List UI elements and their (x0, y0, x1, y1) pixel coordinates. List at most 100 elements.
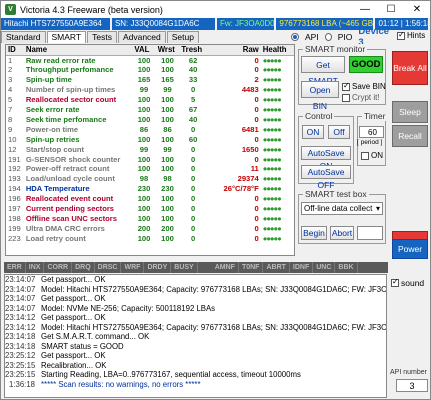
table-row[interactable]: 198 Offline scan UNC sectors 100 100 0 0 ●●●●● (6, 214, 294, 224)
col-id[interactable]: ID (6, 45, 24, 56)
hints-toggle[interactable]: Hints (397, 30, 425, 40)
autosave-off-button[interactable]: AutoSave OFF (301, 165, 351, 190)
table-row[interactable]: 4 Number of spin-up times 99 99 0 4483 ●●●●● (6, 85, 294, 95)
col-val[interactable]: VAL (132, 45, 156, 56)
table-row[interactable]: 5 Reallocated sector count 100 100 5 0 ●●●●● (6, 95, 294, 105)
autosave-on-button[interactable]: AutoSave ON (301, 146, 351, 171)
col-tresh[interactable]: Tresh (179, 45, 207, 56)
row-val: 100 (137, 194, 151, 204)
api-number-input[interactable]: 3 (396, 379, 428, 392)
status-flag-bbk: BBK (335, 262, 358, 273)
table-row[interactable]: 3 Spin-up time 165 165 33 2 ●●●●● (6, 75, 294, 85)
event-log: 23:14:07 Get passport... OK 23:14:07 Model:… (4, 274, 387, 398)
smart-test-box-legend: SMART test box (303, 189, 369, 199)
col-health[interactable]: Health (260, 45, 294, 56)
log-time: 23:14:12 (5, 313, 36, 322)
timer-on-option[interactable]: ON (361, 151, 383, 160)
crypt-label: Crypt it! (352, 93, 380, 102)
sound-option[interactable]: sound (391, 277, 424, 288)
control-on-button[interactable]: ON (302, 125, 324, 139)
log-time: 23:25:12 (5, 351, 36, 360)
row-id: 2 (8, 65, 13, 75)
open-bin-button[interactable]: Open BIN (301, 81, 339, 111)
tab-setup[interactable]: Setup (166, 31, 199, 43)
break-all-button[interactable]: Break All (392, 51, 428, 85)
table-row[interactable]: 10 Spin-up retries 100 100 60 0 ●●●●● (6, 135, 294, 145)
abort-test-button[interactable]: Abort (330, 226, 354, 240)
log-time: 23:14:07 (5, 284, 36, 294)
sleep-button[interactable]: Sleep (392, 101, 428, 123)
col-raw[interactable]: Raw (206, 45, 261, 56)
get-smart-button[interactable]: Get SMART (301, 56, 345, 86)
row-tresh: 0 (191, 233, 196, 243)
row-name: Load/unload cycle count (25, 174, 115, 184)
log-line: 23:14:07 Model: Hitachi HTS727550A9E364; … (5, 285, 386, 295)
row-tresh: 40 (188, 114, 198, 124)
tab-tests[interactable]: Tests (87, 31, 117, 43)
table-row[interactable]: 12 Start/stop count 99 99 0 1650 ●●●●● (6, 145, 294, 155)
tab-standard[interactable]: Standard (1, 31, 46, 43)
maximize-button[interactable]: ☐ (378, 1, 404, 18)
row-wrst: 100 (161, 134, 174, 144)
row-wrst: 99 (163, 144, 172, 154)
recall-button[interactable]: Recall (392, 125, 428, 147)
row-tresh: 5 (191, 95, 196, 105)
close-button[interactable]: ✕ (404, 1, 430, 18)
table-row[interactable]: 196 Reallocated event count 100 100 0 0 ●●●●● (6, 194, 294, 204)
table-row[interactable]: 194 HDA Temperature 230 230 0 26°C/78°F ●●●●● (6, 184, 294, 194)
save-bin-checkbox[interactable] (342, 81, 350, 91)
row-wrst: 100 (161, 65, 174, 75)
test-type-select[interactable]: Off-line data collect ▾ (301, 202, 383, 215)
row-name: Load retry count (25, 233, 86, 243)
save-bin-label: Save BIN (352, 82, 386, 91)
col-name[interactable]: Name (23, 45, 133, 56)
power-button[interactable]: Power (392, 239, 428, 259)
minimize-button[interactable]: — (352, 1, 378, 18)
row-health: ●●●●● (262, 164, 282, 174)
col-wrst[interactable]: Wrst (155, 45, 180, 56)
row-raw: 1650 (241, 144, 259, 154)
table-row[interactable]: 197 Current pending sectors 100 100 0 0 ●●●●● (6, 204, 294, 214)
row-id: 10 (8, 134, 17, 144)
table-row[interactable]: 192 Power-off retract count 100 100 0 11 ●●●●● (6, 164, 294, 174)
status-flag-drq: DRQ (72, 262, 95, 273)
api-radio[interactable] (291, 33, 299, 41)
crypt-option[interactable]: Crypt it! (342, 93, 380, 102)
table-row[interactable]: 199 Ultra DMA CRC errors 200 200 0 0 ●●●●● (6, 224, 294, 234)
timer-on-checkbox[interactable] (361, 151, 369, 160)
row-tresh: 0 (191, 204, 196, 214)
table-row[interactable]: 1 Raw read error rate 100 100 62 0 ●●●●● (6, 55, 294, 65)
table-row[interactable]: 9 Power-on time 86 86 0 6481 ●●●●● (6, 125, 294, 135)
log-line: 23:14:07 Get passport... OK (5, 275, 386, 285)
row-name: Spin-up time (25, 75, 72, 85)
timer-input[interactable]: 60 (359, 126, 384, 138)
row-wrst: 230 (161, 184, 174, 194)
table-row[interactable]: 223 Load retry count 100 100 0 0 ●●●●● (6, 234, 294, 244)
pio-radio[interactable] (324, 33, 332, 41)
row-name: Start/stop count (25, 144, 85, 154)
row-raw: 29374 (237, 174, 259, 184)
row-id: 1 (8, 55, 13, 65)
save-bin-option[interactable]: Save BIN (342, 81, 386, 91)
row-tresh: 0 (191, 85, 196, 95)
control-off-button[interactable]: Off (328, 125, 350, 139)
crypt-checkbox[interactable] (342, 93, 350, 102)
table-row[interactable]: 191 G-SENSOR shock counter 100 100 0 0 ●●●●● (6, 155, 294, 165)
table-row[interactable]: 193 Load/unload cycle count 98 98 0 29374 ●●●●… (6, 174, 294, 184)
sound-checkbox[interactable] (391, 277, 399, 287)
begin-test-button[interactable]: Begin (301, 226, 327, 240)
status-flag-inx: INX (26, 262, 45, 273)
row-name: Reallocated event count (25, 194, 114, 204)
table-row[interactable]: 2 Throughput perfomance 100 100 40 0 ●●●●● (6, 65, 294, 75)
chevron-down-icon: ▾ (375, 204, 380, 213)
row-name: Seek time perfomance (25, 114, 107, 124)
tab-smart[interactable]: SMART (46, 31, 87, 43)
log-line: 23:25:12 Get passport... OK (5, 351, 386, 361)
table-row[interactable]: 8 Seek time perfomance 100 100 40 0 ●●●●● (6, 115, 294, 125)
row-raw: 0 (254, 194, 259, 204)
status-flag-t0nf: T0NF (239, 262, 264, 273)
tab-advanced[interactable]: Advanced (117, 31, 166, 43)
table-row[interactable]: 7 Seek error rate 100 100 67 0 ●●●●● (6, 105, 294, 115)
log-message: ***** Scan results: no warnings, no erro… (41, 379, 201, 389)
hints-checkbox[interactable] (397, 30, 405, 40)
